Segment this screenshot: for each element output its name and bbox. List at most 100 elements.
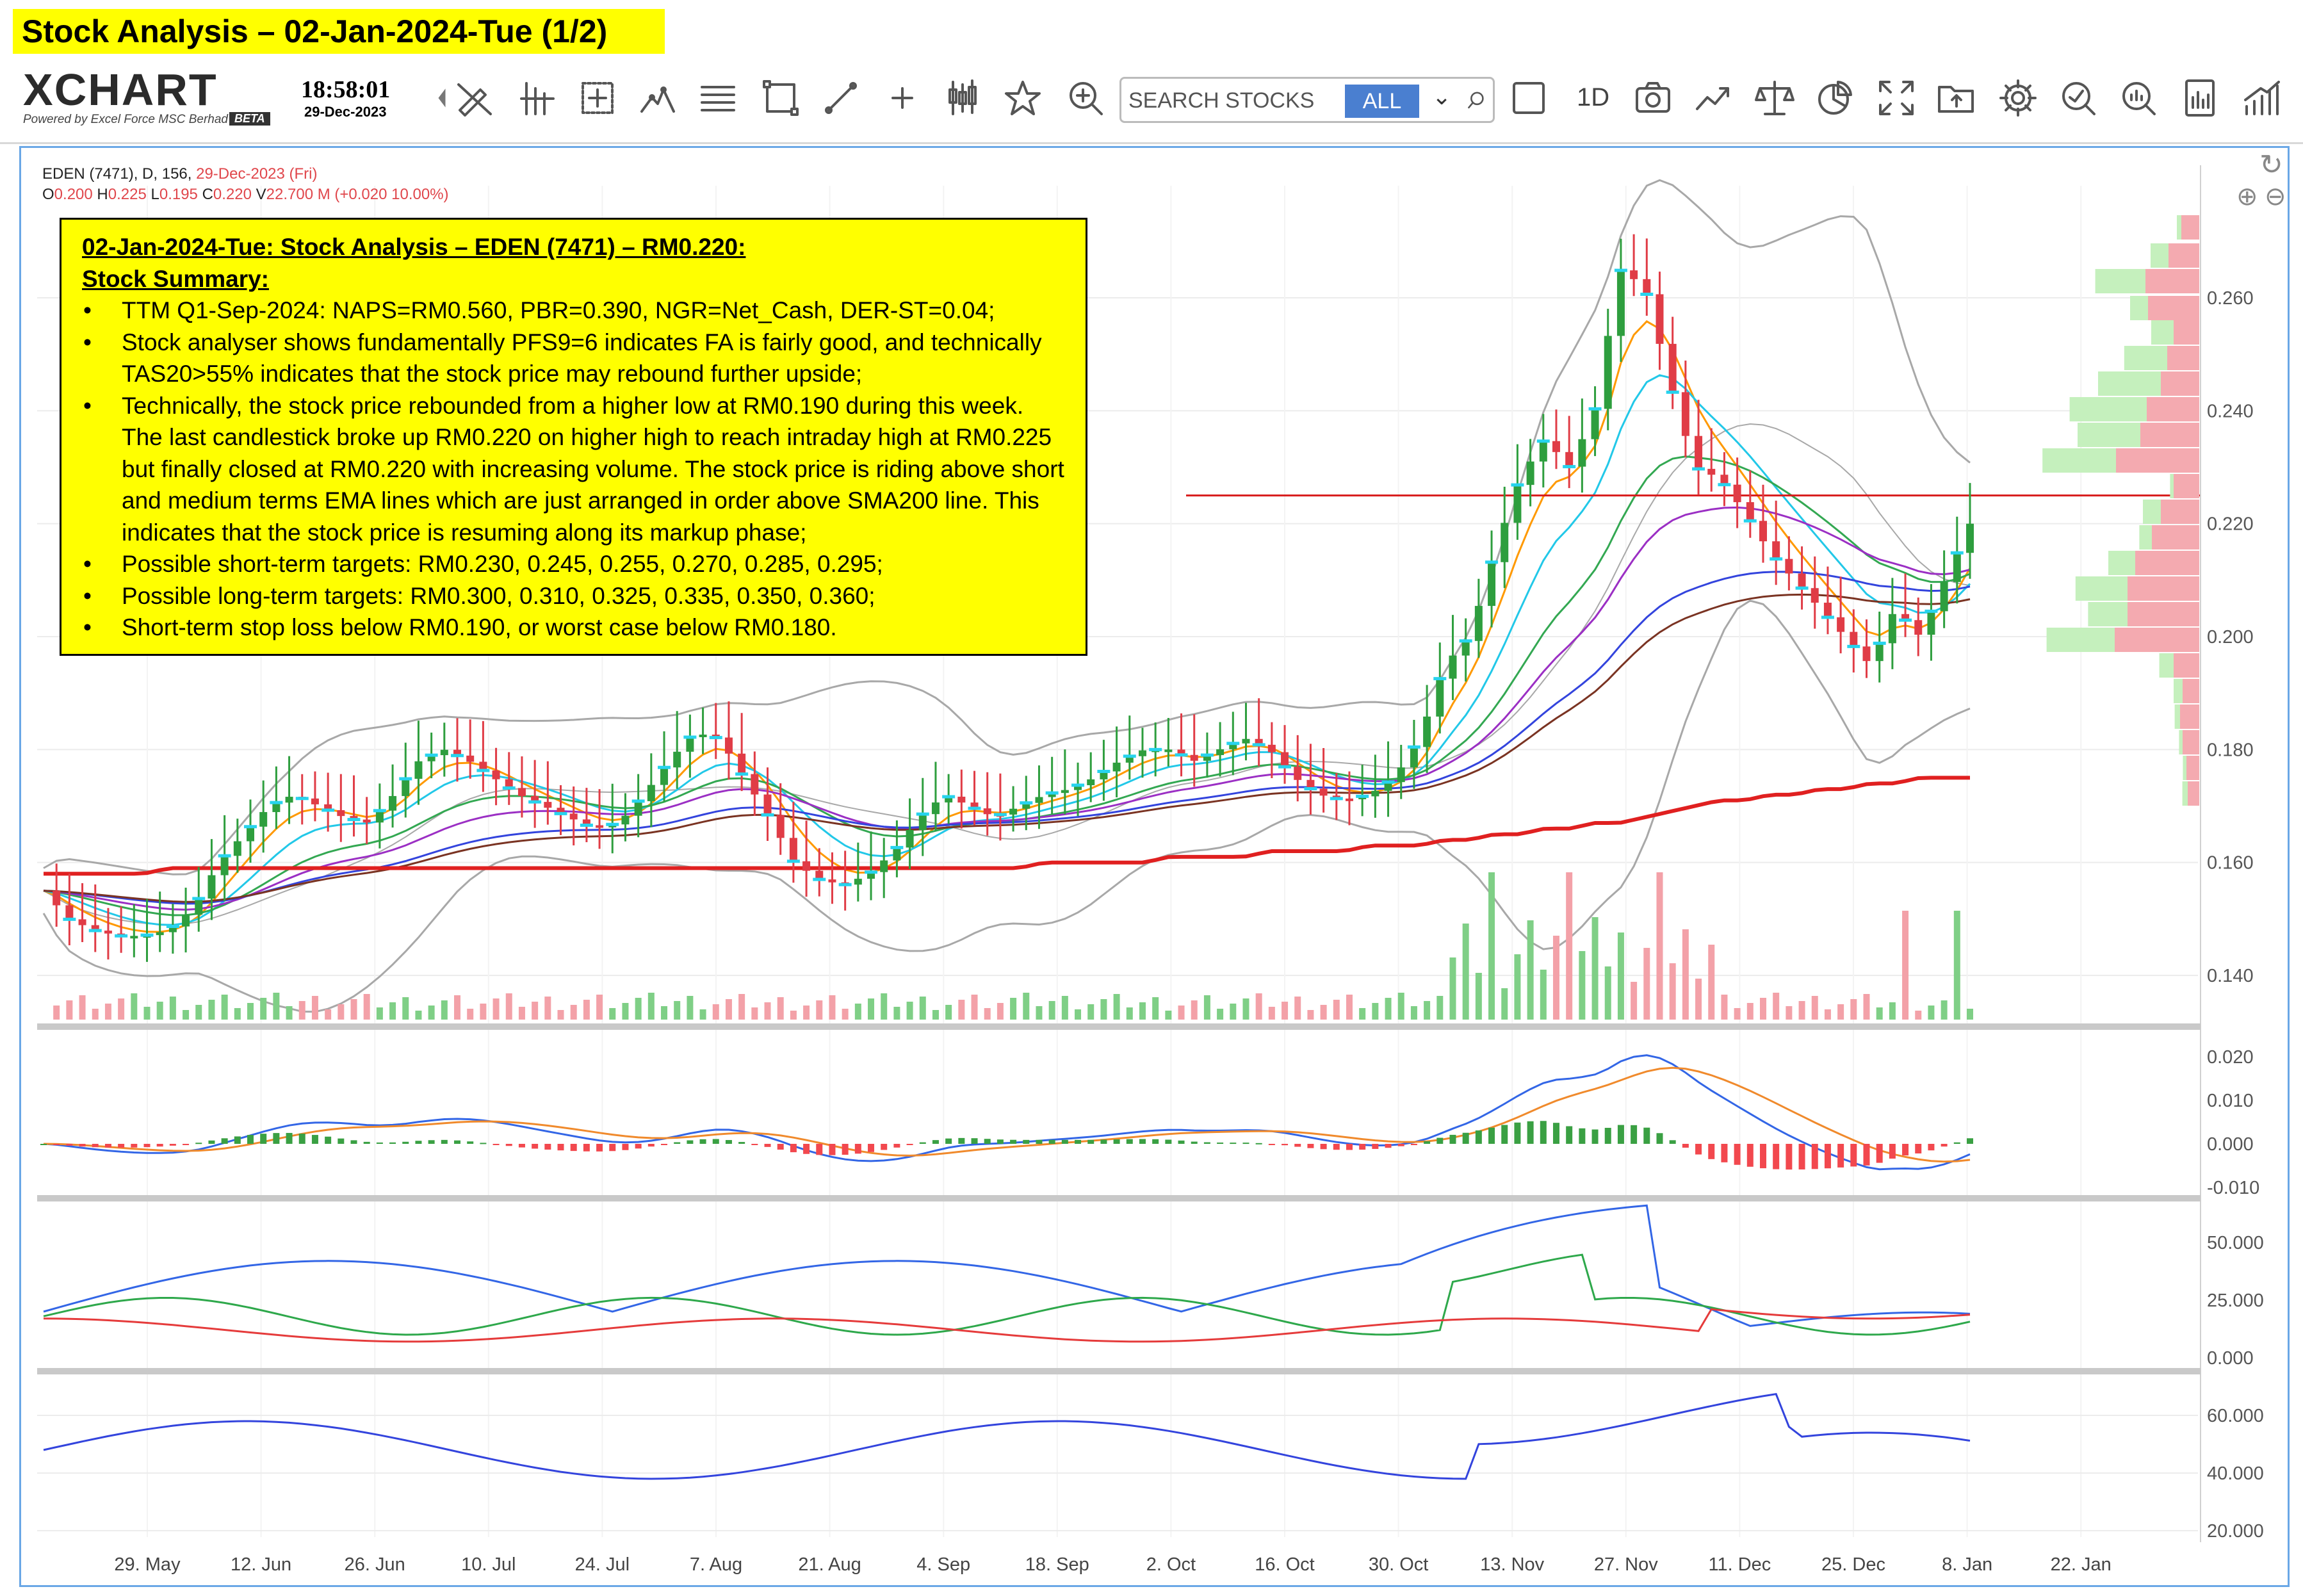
volume-profile-sell: [2135, 551, 2199, 575]
refresh-icon[interactable]: ↻: [2259, 149, 2283, 181]
candle-body: [1513, 485, 1522, 523]
summary-bullet: Technically, the stock price rebounded f…: [83, 390, 1066, 549]
volume-bar: [518, 1007, 525, 1020]
low-label: L: [151, 186, 159, 203]
volume-profile-buy: [2042, 448, 2116, 473]
candle-body: [337, 810, 345, 817]
macd-histogram-bar: [868, 1144, 875, 1152]
volume-bar: [428, 1006, 435, 1020]
volume-bar: [363, 994, 370, 1020]
summary-bullet: Possible short-term targets: RM0.230, 0.…: [83, 548, 1066, 580]
macd-histogram-bar: [1268, 1144, 1275, 1145]
macd-histogram-bar: [971, 1138, 978, 1144]
macd-histogram-bar: [712, 1139, 719, 1144]
macd-histogram-bar: [518, 1144, 525, 1148]
volume-bar: [1048, 1001, 1055, 1020]
macd-histogram-bar: [79, 1144, 86, 1147]
macd-histogram-bar: [687, 1140, 694, 1144]
volume-bar: [1113, 994, 1120, 1020]
candle-body: [53, 890, 61, 906]
volume-bar: [842, 1009, 849, 1020]
macd-histogram-bar: [40, 1144, 47, 1145]
candle-body: [1474, 606, 1483, 641]
volume-bar: [92, 1009, 99, 1020]
candle-body: [104, 931, 112, 934]
volume-bar: [751, 1007, 758, 1020]
candle-body: [1552, 441, 1560, 452]
summary-list: TTM Q1-Sep-2024: NAPS=RM0.560, PBR=0.390…: [82, 295, 1066, 644]
zoom-minus-icon[interactable]: ⊖: [2265, 182, 2286, 211]
candle-body: [311, 798, 319, 804]
price-tick-label: 0.140: [2207, 966, 2254, 986]
volume-bar: [1915, 1011, 1922, 1020]
volume-bar: [635, 998, 642, 1020]
macd-histogram-bar: [454, 1140, 461, 1144]
volume-bar: [325, 1009, 332, 1020]
candle-body: [957, 796, 966, 803]
volume-bar: [1682, 929, 1689, 1020]
volume-bar: [156, 1002, 163, 1020]
volume-bar: [661, 1006, 668, 1020]
macd-histogram-bar: [1087, 1139, 1095, 1144]
candle-body: [1875, 643, 1884, 662]
volume-bar: [1488, 872, 1495, 1020]
candle-body: [208, 875, 216, 899]
macd-histogram-bar: [286, 1132, 293, 1144]
macd-histogram-bar: [1941, 1144, 1948, 1147]
candle-body: [517, 788, 526, 796]
volume-bar: [1436, 996, 1444, 1020]
volume-bar: [1953, 911, 1960, 1020]
volume-value: 22.700 M (+0.020 10.00%): [266, 186, 449, 203]
volume-bar: [854, 1004, 861, 1020]
candle-body: [1591, 409, 1599, 439]
macd-histogram-bar: [363, 1141, 370, 1144]
volume-bar: [298, 1001, 305, 1020]
volume-bar: [1075, 1009, 1082, 1020]
volume-bar: [1850, 999, 1857, 1020]
symbol-name: EDEN (7471), D, 156,: [42, 165, 192, 183]
volume-bar: [1178, 1006, 1185, 1020]
time-tick-label: 22. Jan: [2051, 1554, 2112, 1575]
candle-body: [1461, 640, 1470, 656]
candle-body: [1501, 523, 1509, 562]
panel-separator: [37, 1368, 2201, 1374]
volume-profile-sell: [2183, 679, 2199, 703]
candle-body: [906, 830, 914, 848]
macd-histogram-bar: [428, 1140, 435, 1144]
volume-bar: [454, 995, 461, 1020]
volume-bar: [143, 1007, 151, 1020]
macd-histogram-bar: [816, 1144, 823, 1155]
rsi-tick-label: 60.000: [2207, 1406, 2264, 1426]
volume-bar: [1734, 1008, 1741, 1020]
candle-body: [1668, 343, 1677, 393]
macd-line: [43, 1054, 1971, 1171]
macd-histogram-bar: [1372, 1144, 1379, 1149]
volume-bar: [467, 1009, 474, 1020]
volume-profile-buy: [2098, 371, 2161, 396]
volume-bar: [1889, 1002, 1896, 1020]
candle-body: [1616, 270, 1625, 336]
macd-histogram-bar: [622, 1144, 629, 1150]
candle-body: [1953, 553, 1961, 582]
macd-histogram-bar: [803, 1144, 810, 1154]
macd-histogram-bar: [1488, 1127, 1495, 1144]
candle-body: [1345, 798, 1353, 801]
time-tick-label: 10. Jul: [461, 1554, 516, 1575]
macd-histogram-bar: [1126, 1139, 1133, 1144]
candle-body: [918, 814, 927, 831]
macd-histogram-bar: [415, 1141, 422, 1144]
volume-bar: [118, 998, 125, 1020]
candle-body: [1772, 541, 1780, 559]
volume-bar: [1863, 994, 1870, 1020]
macd-histogram-bar: [1410, 1144, 1417, 1145]
volume-profile-sell: [2181, 215, 2199, 240]
candle-body: [893, 847, 901, 861]
zoom-plus-icon[interactable]: ⊕: [2236, 182, 2258, 211]
volume-bar: [208, 1000, 215, 1020]
macd-histogram-bar: [738, 1142, 745, 1144]
macd-histogram-bar: [958, 1137, 965, 1144]
candle-body: [1837, 617, 1845, 632]
volume-bar: [1410, 1006, 1417, 1020]
volume-bar: [1876, 1007, 1883, 1020]
macd-histogram-bar: [1540, 1121, 1547, 1144]
